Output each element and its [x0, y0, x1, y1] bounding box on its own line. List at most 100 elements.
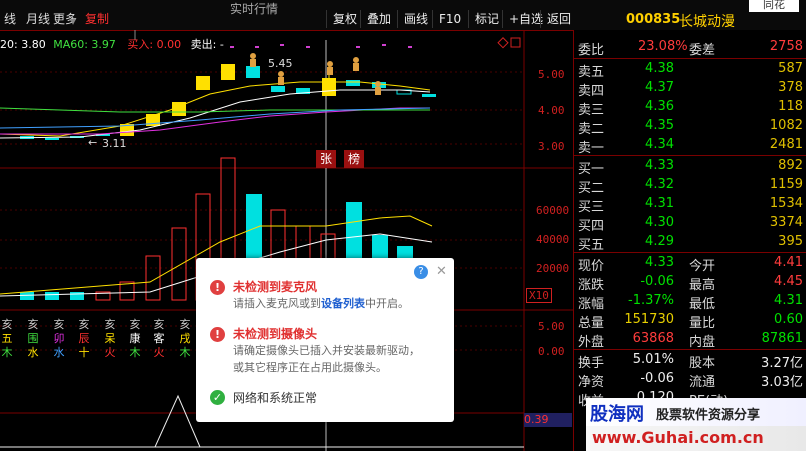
- volume-axis-label: 40000: [536, 233, 570, 246]
- sell4-row[interactable]: 卖四 4.37 378: [574, 79, 806, 99]
- cn-char: 十: [78, 346, 90, 359]
- candle: [45, 138, 59, 140]
- runner-icon: [327, 61, 333, 75]
- cn-char: 围: [27, 332, 39, 345]
- ma60-legend: MA60: 3.97: [53, 38, 116, 51]
- draw-line-button[interactable]: 画线: [397, 10, 434, 28]
- ma10-line: [0, 89, 431, 139]
- buy-legend: 买入: 0.00: [127, 38, 182, 51]
- weicha-label: 委差: [689, 43, 716, 58]
- low-label: 3.11: [102, 137, 127, 150]
- sell5-row[interactable]: 卖五 4.38 587: [574, 60, 806, 80]
- tab-copy[interactable]: 复制: [85, 10, 109, 27]
- device-check-popup: ? ✕ ! 未检测到麦克风 请插入麦克风或到设备列表中开启。 ! 未检测到摄像头…: [196, 258, 454, 422]
- volume-axis-label: 20000: [536, 262, 570, 275]
- ma-legend: 20: 3.80 MA60: 3.97 买入: 0.00 卖出: -: [0, 36, 224, 52]
- buy4-row[interactable]: 买四 4.30 3374: [574, 214, 806, 234]
- cn-char: 亥: [27, 318, 39, 331]
- ths-label[interactable]: 同花: [749, 0, 799, 12]
- stat-row: 净资 -0.06 流通 3.03亿: [578, 371, 803, 390]
- candle: [221, 64, 235, 80]
- candle: [422, 94, 436, 97]
- mic-text-post: 中开启。: [365, 297, 409, 310]
- buy3-row[interactable]: 买三 4.31 1534: [574, 195, 806, 215]
- cn-char: 亥: [104, 318, 116, 331]
- device-list-link[interactable]: 设备列表: [321, 297, 365, 310]
- buy2-row[interactable]: 买二 4.32 1159: [574, 176, 806, 196]
- zt-tag[interactable]: 张: [316, 150, 336, 168]
- cn-char: 康: [129, 332, 141, 345]
- top-toolbar: 线 月线 更多 ▾ 复制 实时行情 复权 叠加 画线 F10 标记 +自选 返回…: [0, 0, 806, 31]
- cn-char: 亥: [78, 318, 90, 331]
- indicator-line: [154, 394, 201, 448]
- network-status: 网络和系统正常: [233, 391, 318, 405]
- tab-month[interactable]: 月线: [26, 10, 50, 27]
- stock-header: 实时行情: [230, 2, 279, 16]
- tab-line[interactable]: 线: [4, 10, 16, 27]
- check-icon: ✓: [210, 390, 225, 405]
- cn-char: 客: [153, 332, 165, 345]
- cn-char: 亥: [153, 318, 165, 331]
- f10-button[interactable]: F10: [432, 10, 467, 28]
- camera-text-2: 或其它程序正在占用此摄像头。: [233, 361, 387, 374]
- sell3-row[interactable]: 卖三 4.36 118: [574, 98, 806, 118]
- cn-char: 火: [104, 346, 116, 359]
- cn-char: 戌: [179, 332, 191, 345]
- price-axis-label: 5.00: [538, 68, 565, 81]
- overlay-button[interactable]: 叠加: [360, 10, 397, 28]
- mic-text: 请插入麦克风或到设备列表中开启。: [233, 295, 409, 312]
- stat-row: 总量 151730 量比 0.60: [578, 312, 803, 331]
- mic-title: 未检测到麦克风: [233, 280, 318, 294]
- error-icon: !: [210, 280, 225, 295]
- stat-row: 涨幅 -1.37% 最低 4.31: [578, 293, 803, 312]
- quote-panel: 委比 23.08% 委差 2758 卖五 4.38 587 卖四 4.37 378 卖三…: [573, 30, 806, 451]
- candle: [346, 80, 360, 86]
- cn-char: 亥: [129, 318, 141, 331]
- arrow-left-icon: ←: [88, 136, 98, 149]
- watermark-url: www.Guhai.com.cn: [592, 428, 764, 447]
- weibi-row: 委比 23.08% 委差 2758: [574, 38, 806, 58]
- fuquan-button[interactable]: 复权: [326, 10, 363, 28]
- cn-char: 亥: [53, 318, 65, 331]
- buy5-row[interactable]: 买五 4.29 395: [574, 233, 806, 253]
- candle: [271, 86, 285, 92]
- mark-button[interactable]: 标记: [468, 10, 505, 28]
- stat-row: 现价 4.33 今开 4.41: [578, 255, 803, 274]
- cn-char: 木: [1, 346, 13, 359]
- diamond-icon[interactable]: [497, 37, 509, 49]
- cn-char: 五: [1, 332, 13, 345]
- sell1-row[interactable]: 卖一 4.34 2481: [574, 136, 806, 156]
- close-icon[interactable]: ✕: [436, 264, 447, 279]
- candle: [246, 66, 260, 78]
- stock-code: 000835: [626, 12, 681, 27]
- cn-char: 呆: [104, 332, 116, 345]
- square-icon: [510, 37, 521, 48]
- sell-legend: 卖出: -: [190, 38, 224, 51]
- cn-char: 亥: [1, 318, 13, 331]
- weibi-value: 23.08%: [638, 39, 688, 54]
- stat-row: 换手 5.01% 股本 3.27亿: [578, 352, 803, 371]
- weicha-value: 2758: [769, 39, 803, 54]
- cn-char: 木: [179, 346, 191, 359]
- high-label: 5.45: [268, 57, 293, 70]
- bang-tag[interactable]: 榜: [344, 150, 364, 168]
- mic-text-pre: 请插入麦克风或到: [233, 297, 321, 310]
- cn-char: 火: [153, 346, 165, 359]
- help-icon[interactable]: ?: [414, 265, 428, 279]
- volume-axis-label: 60000: [536, 204, 570, 217]
- sell2-row[interactable]: 卖二 4.35 1082: [574, 117, 806, 137]
- watermark-slogan: 股票软件资源分享: [656, 408, 761, 423]
- more-chevron-icon[interactable]: ▾: [70, 14, 76, 28]
- candle: [196, 76, 210, 90]
- price-axis-label: 3.00: [538, 140, 565, 153]
- signal-dots: [230, 44, 412, 48]
- indicator-axis-label: 5.00: [538, 320, 565, 333]
- stock-title: 000835 长城动漫 同花: [571, 0, 806, 30]
- price-axis-label: 4.00: [538, 104, 565, 117]
- candles: [20, 58, 436, 140]
- runner-icon: [250, 53, 256, 67]
- vol-unit: X10: [526, 288, 552, 303]
- error-icon: !: [210, 327, 225, 342]
- ma20-legend: 20: 3.80: [0, 38, 46, 51]
- buy1-row[interactable]: 买一 4.33 892: [574, 157, 806, 177]
